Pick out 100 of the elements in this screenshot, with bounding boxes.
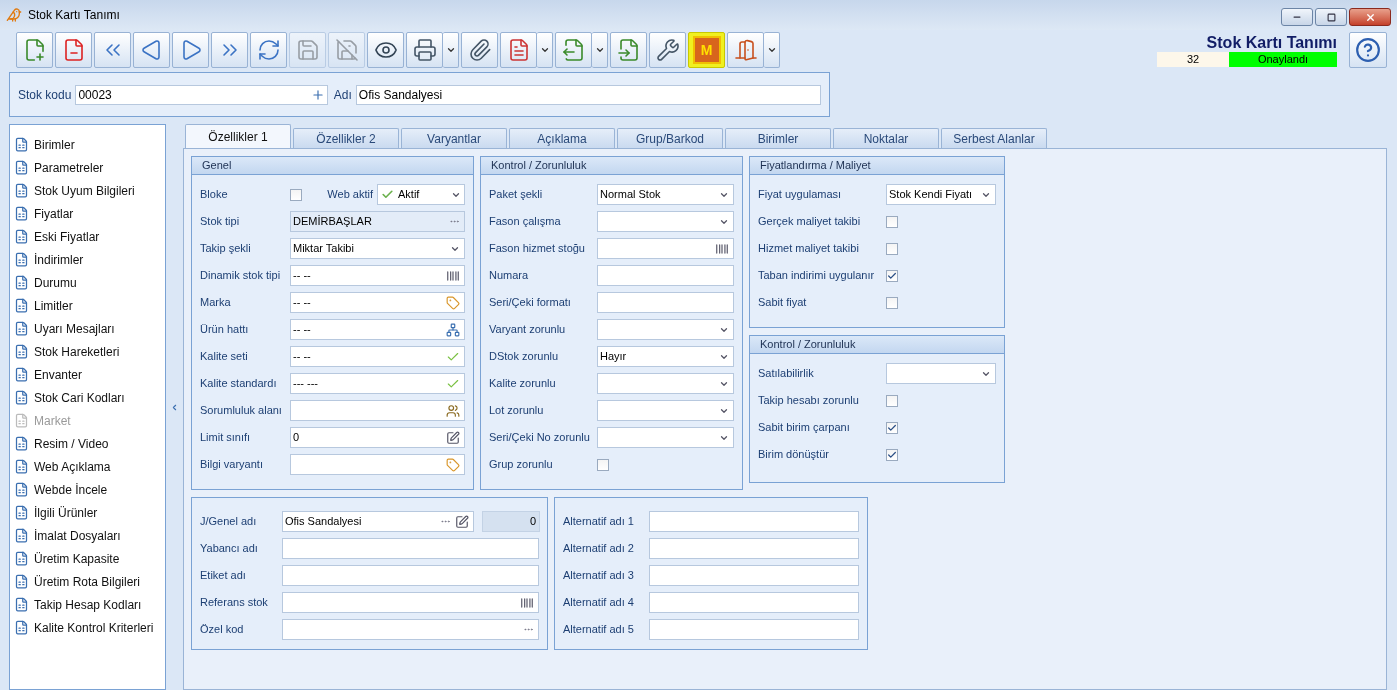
tab[interactable]: Noktalar <box>833 128 939 148</box>
checkbox[interactable] <box>886 448 898 461</box>
input-field[interactable]: DEMİRBAŞLAR <box>290 211 465 232</box>
input-field[interactable]: -- -- <box>290 265 465 286</box>
sidebar-item[interactable]: Durumu <box>14 271 165 294</box>
input-field[interactable]: -- -- <box>290 346 465 367</box>
checkbox[interactable] <box>886 394 898 407</box>
sidebar-item[interactable]: Web Açıklama <box>14 455 165 478</box>
input-field[interactable] <box>597 238 734 259</box>
toolbar-button[interactable] <box>172 32 209 68</box>
sidebar-item[interactable]: Kalite Kontrol Kriterleri <box>14 616 165 639</box>
checkbox[interactable] <box>290 188 302 201</box>
dropdown-button[interactable] <box>764 32 780 68</box>
input-field[interactable] <box>649 511 859 532</box>
field-label: Alternatif adı 4 <box>563 595 635 611</box>
input-field[interactable] <box>290 400 465 421</box>
toolbar-button[interactable] <box>133 32 170 68</box>
checkbox[interactable] <box>886 421 898 434</box>
dropdown-field[interactable]: Normal Stok <box>597 184 734 205</box>
sidebar-item[interactable]: Stok Hareketleri <box>14 340 165 363</box>
sidebar-item[interactable]: İndirimler <box>14 248 165 271</box>
input-field[interactable]: Ofis Sandalyesi <box>355 84 821 105</box>
sidebar-item[interactable]: Üretim Kapasite <box>14 547 165 570</box>
dropdown-button[interactable] <box>537 32 553 68</box>
sidebar-item[interactable]: Webde İncele <box>14 478 165 501</box>
input-field[interactable] <box>597 265 734 286</box>
input-field[interactable] <box>597 292 734 313</box>
dropdown-field[interactable]: Miktar Takibi <box>290 238 465 259</box>
input-field[interactable] <box>649 592 859 613</box>
dropdown-field[interactable] <box>597 319 734 340</box>
checkbox[interactable] <box>886 296 898 309</box>
sidebar-item[interactable]: Stok Cari Kodları <box>14 386 165 409</box>
help-icon <box>1355 37 1381 63</box>
sidebar-item[interactable]: Stok Uyum Bilgileri <box>14 179 165 202</box>
maximize-button[interactable] <box>1315 8 1347 26</box>
toolbar-button[interactable] <box>55 32 92 68</box>
toolbar-button[interactable] <box>367 32 404 68</box>
sidebar-item[interactable]: Üretim Rota Bilgileri <box>14 570 165 593</box>
sidebar-item[interactable]: Limitler <box>14 294 165 317</box>
input-field[interactable] <box>290 454 465 475</box>
dropdown-field[interactable]: Stok Kendi Fiyatı <box>886 184 996 205</box>
sidebar-item[interactable]: İmalat Dosyaları <box>14 524 165 547</box>
dropdown-button[interactable] <box>592 32 608 68</box>
sidebar-item[interactable]: Uyarı Mesajları <box>14 317 165 340</box>
dropdown-field[interactable]: Aktif <box>377 184 465 205</box>
field-label: Numara <box>489 268 530 284</box>
sidebar-item[interactable]: Takip Hesap Kodları <box>14 593 165 616</box>
tab[interactable]: Açıklama <box>509 128 615 148</box>
input-field[interactable]: -- -- <box>290 319 465 340</box>
toolbar-button[interactable] <box>649 32 686 68</box>
sidebar-item[interactable]: Eski Fiyatlar <box>14 225 165 248</box>
sidebar-item[interactable]: Fiyatlar <box>14 202 165 225</box>
sidebar-item[interactable]: Birimler <box>14 133 165 156</box>
checkbox[interactable] <box>886 269 898 282</box>
dropdown-field[interactable] <box>597 211 734 232</box>
dropdown-field[interactable]: Hayır <box>597 346 734 367</box>
field-label: Taban indirimi uygulanır <box>758 268 876 284</box>
tag-icon <box>446 457 460 472</box>
input-field[interactable] <box>649 619 859 640</box>
sidebar-item[interactable]: İlgili Ürünler <box>14 501 165 524</box>
document-icon <box>14 551 29 566</box>
toolbar-button[interactable] <box>461 32 498 68</box>
help-button[interactable] <box>1349 32 1387 68</box>
field-label: Gerçek maliyet takibi <box>758 214 862 230</box>
tab[interactable]: Özellikler 1 <box>185 124 291 148</box>
input-field[interactable]: -- -- <box>290 292 465 313</box>
document-icon <box>14 620 29 635</box>
sidebar-item[interactable]: Envanter <box>14 363 165 386</box>
sidebar-item[interactable]: Parametreler <box>14 156 165 179</box>
input-field[interactable]: --- --- <box>290 373 465 394</box>
field-label: Bloke <box>200 187 229 203</box>
input-field[interactable] <box>282 538 539 559</box>
input-field[interactable] <box>282 592 539 613</box>
tab[interactable]: Birimler <box>725 128 831 148</box>
input-field[interactable] <box>282 619 539 640</box>
tab[interactable]: Grup/Barkod <box>617 128 723 148</box>
field-label: Kalite seti <box>200 349 249 365</box>
checkbox[interactable] <box>597 458 609 471</box>
dropdown-field[interactable] <box>597 373 734 394</box>
dropdown-field[interactable] <box>886 363 996 384</box>
input-field[interactable]: Ofis Sandalyesi <box>282 511 474 532</box>
checkbox[interactable] <box>886 215 898 228</box>
tab[interactable]: Varyantlar <box>401 128 507 148</box>
dropdown-field[interactable] <box>597 400 734 421</box>
caret-icon <box>766 45 777 55</box>
input-field[interactable] <box>649 565 859 586</box>
toolbar-button[interactable] <box>250 32 287 68</box>
minimize-button[interactable] <box>1281 8 1313 26</box>
dropdown-field[interactable] <box>597 427 734 448</box>
tab[interactable]: Serbest Alanlar <box>941 128 1047 148</box>
tab[interactable]: Özellikler 2 <box>293 128 399 148</box>
sidebar-item[interactable]: Resim / Video <box>14 432 165 455</box>
close-button[interactable] <box>1349 8 1391 26</box>
input-field[interactable] <box>282 565 539 586</box>
checkbox[interactable] <box>886 242 898 255</box>
input-field[interactable]: 00023 <box>75 84 328 105</box>
input-field[interactable] <box>649 538 859 559</box>
field-label: Takip şekli <box>200 241 252 257</box>
toolbar-button[interactable] <box>406 32 443 68</box>
input-field[interactable]: 0 <box>290 427 465 448</box>
